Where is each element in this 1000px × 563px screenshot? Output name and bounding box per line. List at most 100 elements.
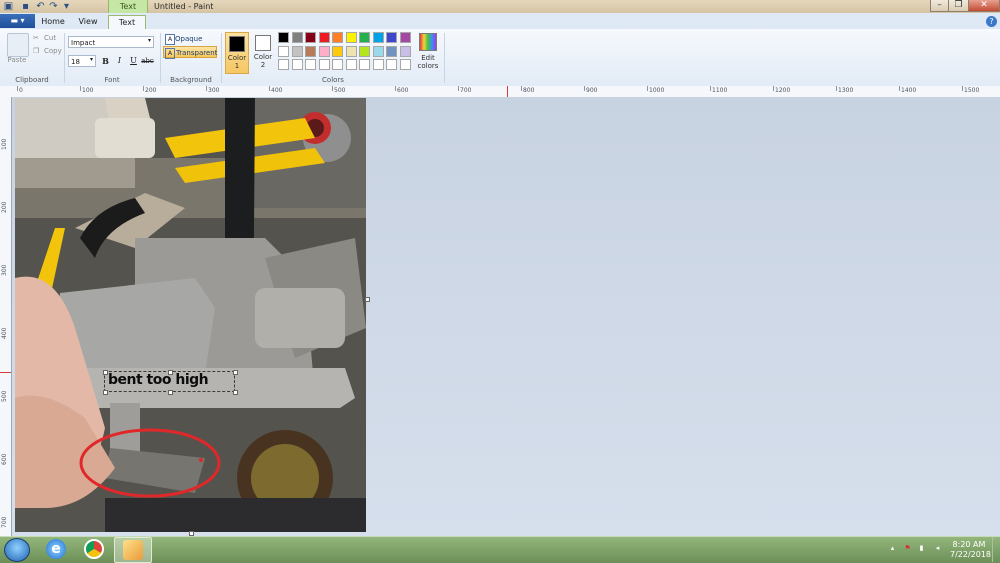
palette-color-swatch[interactable]	[278, 59, 289, 70]
resize-handle[interactable]	[233, 370, 238, 375]
ruler-tick	[332, 86, 333, 91]
show-desktop-button[interactable]	[992, 537, 1000, 562]
resize-handle[interactable]	[233, 390, 238, 395]
palette-color-swatch[interactable]	[291, 45, 303, 57]
palette-color-swatch[interactable]	[291, 59, 303, 70]
edit-colors-button[interactable]: Edit colors	[416, 32, 440, 72]
engine-photo	[15, 98, 366, 532]
chevron-down-icon: ▾	[90, 56, 94, 63]
ruler-label: 500	[1, 390, 8, 402]
tab-text[interactable]: Text	[108, 15, 146, 30]
title-bar	[0, 0, 1000, 13]
palette-color-swatch[interactable]	[359, 59, 370, 70]
palette-color-swatch[interactable]	[305, 59, 316, 70]
vertical-ruler	[0, 97, 12, 536]
palette-color-swatch[interactable]	[291, 32, 303, 43]
palette-color-swatch[interactable]	[332, 45, 343, 57]
resize-handle[interactable]	[103, 370, 108, 375]
minimize-button[interactable]: –	[930, 0, 949, 12]
start-button[interactable]	[4, 538, 30, 562]
transparent-icon: A	[165, 48, 175, 59]
chrome-icon	[84, 539, 104, 559]
strikethrough-button[interactable]: abc	[141, 55, 154, 67]
palette-color-swatch[interactable]	[332, 59, 343, 70]
save-icon[interactable]: ▪	[20, 1, 31, 12]
paste-button[interactable]: Paste	[5, 56, 29, 64]
ruler-cursor-marker	[0, 372, 11, 373]
palette-color-swatch[interactable]	[372, 45, 384, 57]
customize-icon[interactable]: ▾	[61, 1, 72, 12]
canvas-text[interactable]: bent too high	[108, 372, 209, 388]
font-family-select[interactable]: Impact	[68, 36, 154, 48]
palette-color-swatch[interactable]	[386, 45, 397, 57]
paint-app-icon[interactable]: ▣	[3, 1, 14, 12]
volume-icon[interactable]: ◂	[933, 544, 942, 553]
resize-handle[interactable]	[168, 370, 173, 375]
resize-handle[interactable]	[103, 390, 108, 395]
chrome-taskbar-button[interactable]	[76, 537, 112, 561]
ruler-label: 500	[334, 87, 346, 94]
window-title: Untitled - Paint	[154, 2, 214, 11]
palette-color-swatch[interactable]	[386, 32, 397, 43]
network-icon[interactable]: ▮	[917, 544, 926, 553]
palette-color-swatch[interactable]	[345, 32, 357, 43]
palette-color-swatch[interactable]	[399, 59, 411, 70]
italic-button[interactable]: I	[113, 55, 126, 67]
palette-color-swatch[interactable]	[278, 45, 289, 57]
close-button[interactable]: ✕	[968, 0, 1000, 12]
ruler-tick	[521, 86, 522, 91]
underline-button[interactable]: U	[127, 55, 140, 67]
cut-button[interactable]: Cut	[44, 34, 56, 42]
palette-color-swatch[interactable]	[386, 59, 397, 70]
show-hidden-icons-icon[interactable]: ▴	[888, 544, 897, 553]
divider	[64, 33, 65, 83]
undo-icon[interactable]: ↶	[35, 1, 46, 12]
palette-color-swatch[interactable]	[372, 59, 384, 70]
color1-button[interactable]: Color 1	[225, 32, 249, 74]
paint-icon	[123, 540, 143, 560]
palette-color-swatch[interactable]	[345, 45, 357, 57]
copy-button[interactable]: Copy	[44, 47, 62, 55]
palette-color-swatch[interactable]	[399, 45, 411, 57]
canvas-resize-handle[interactable]	[365, 297, 370, 302]
palette-color-swatch[interactable]	[305, 32, 316, 43]
palette-color-swatch[interactable]	[318, 59, 330, 70]
colors-group-label: Colors	[322, 76, 344, 84]
tab-view[interactable]: View	[72, 15, 104, 29]
file-menu-button[interactable]: ▬ ▾	[0, 14, 35, 28]
maximize-button[interactable]: ❐	[948, 0, 969, 12]
palette-color-swatch[interactable]	[359, 32, 370, 43]
resize-handle[interactable]	[168, 390, 173, 395]
chevron-down-icon: ▾	[148, 37, 152, 44]
palette-color-swatch[interactable]	[372, 32, 384, 43]
ruler-tick	[143, 86, 144, 91]
paint-taskbar-button[interactable]	[114, 537, 152, 563]
palette-color-swatch[interactable]	[332, 32, 343, 43]
tab-home[interactable]: Home	[38, 15, 68, 29]
ruler-tick	[17, 86, 18, 91]
palette-color-swatch[interactable]	[399, 32, 411, 43]
ruler-label: 300	[1, 264, 8, 276]
action-center-icon[interactable]: ⚑	[903, 544, 912, 553]
system-clock[interactable]: 8:20 AM 7/22/2018	[950, 540, 992, 560]
palette-color-swatch[interactable]	[318, 45, 330, 57]
palette-color-swatch[interactable]	[359, 45, 370, 57]
palette-color-swatch[interactable]	[305, 45, 316, 57]
ruler-label: 400	[271, 87, 283, 94]
ribbon-tab-row	[0, 13, 1000, 30]
bold-button[interactable]: B	[99, 55, 112, 67]
clock-date: 7/22/2018	[950, 550, 992, 559]
internet-explorer-taskbar-button[interactable]: e	[38, 537, 74, 561]
ruler-tick	[773, 86, 774, 91]
help-icon[interactable]: ?	[986, 16, 997, 27]
ruler-label: 600	[397, 87, 409, 94]
clipboard-group-label: Clipboard	[15, 76, 49, 84]
redo-icon[interactable]: ↷	[48, 1, 59, 12]
canvas-image[interactable]	[15, 98, 366, 532]
color2-button[interactable]: Color 2	[252, 32, 274, 72]
divider	[221, 33, 222, 83]
palette-color-swatch[interactable]	[345, 59, 357, 70]
palette-color-swatch[interactable]	[278, 32, 289, 43]
text-tools-context-label: Text Tools	[108, 0, 148, 24]
palette-color-swatch[interactable]	[318, 32, 330, 43]
